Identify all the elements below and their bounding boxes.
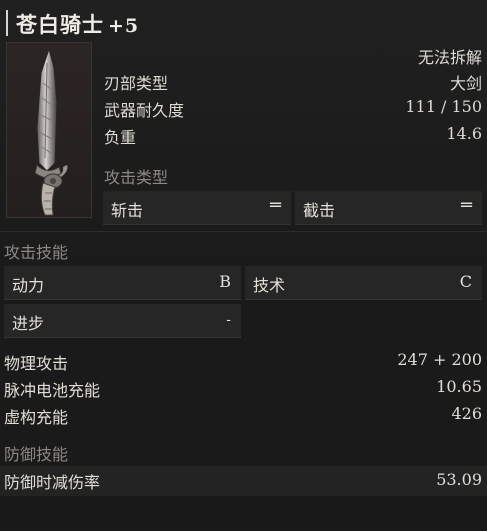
weapon-title: 苍白骑士 +5 (16, 9, 139, 39)
attack-skill-section-label: 攻击技能 (4, 243, 69, 262)
stat-value: - (226, 312, 231, 328)
dismantle-status: 无法拆解 (417, 48, 482, 67)
dismantle-row: 无法拆解 (104, 44, 482, 68)
attack-type-slash: 斩击 ═ (103, 191, 291, 225)
attack-skill-advance: 进步 - (4, 304, 241, 338)
defense-skill-section-label: 防御技能 (4, 445, 69, 464)
attribute-row-physical-attack: 物理攻击 247 + 200 (4, 350, 482, 374)
info-value: 大剑 (449, 74, 482, 93)
attack-skill-technique: 技术 C (245, 266, 482, 300)
info-label: 武器耐久度 (104, 101, 185, 120)
attack-skill-motivity: 动力 B (4, 266, 241, 300)
attribute-label: 脉冲电池充能 (4, 381, 101, 400)
attack-type-section-label: 攻击类型 (104, 168, 169, 187)
attribute-label: 物理攻击 (4, 354, 69, 373)
attribute-label: 虚构充能 (4, 408, 69, 427)
stat-value: C (459, 272, 472, 291)
info-row-weight: 负重 14.6 (104, 124, 482, 148)
title-bar: 苍白骑士 +5 (0, 6, 487, 40)
weapon-detail-panel: 苍白骑士 +5 无法拆解 刃部类型 大剑 武器耐久度 111 / 150 负重 … (0, 0, 487, 531)
title-accent-bar (6, 10, 8, 36)
info-label: 刃部类型 (104, 74, 169, 93)
weapon-upgrade-level: +5 (108, 15, 140, 37)
attribute-row-fable-charge: 虚构充能 426 (4, 404, 482, 428)
attribute-value: 10.65 (436, 377, 482, 396)
defense-label: 防御时减伤率 (4, 473, 101, 492)
pale-knight-sword-icon (34, 47, 68, 216)
attack-type-strike: 截击 ═ (295, 191, 482, 225)
attribute-value: 247 + 200 (397, 350, 482, 369)
defense-value: 53.09 (436, 470, 482, 489)
weapon-image-frame (6, 42, 92, 218)
info-value: 111 / 150 (405, 97, 482, 116)
stat-label: 技术 (253, 276, 286, 295)
stat-value: B (219, 272, 231, 291)
attribute-value: 426 (451, 404, 482, 423)
info-value: 14.6 (446, 124, 482, 143)
stat-label: 斩击 (111, 201, 144, 220)
stat-label: 进步 (12, 314, 45, 333)
attribute-row-pulse-cell-charge: 脉冲电池充能 10.65 (4, 377, 482, 401)
section-divider (0, 231, 487, 232)
info-row-blade-type: 刃部类型 大剑 (104, 70, 482, 94)
defense-row-guard-reduction: 防御时减伤率 53.09 (0, 466, 487, 496)
stat-label: 截击 (303, 201, 336, 220)
stat-value: ═ (270, 195, 281, 216)
weapon-name: 苍白骑士 (16, 13, 104, 37)
info-label: 负重 (104, 128, 137, 147)
info-row-durability: 武器耐久度 111 / 150 (104, 97, 482, 121)
stat-label: 动力 (12, 276, 45, 295)
stat-value: ═ (461, 195, 472, 216)
